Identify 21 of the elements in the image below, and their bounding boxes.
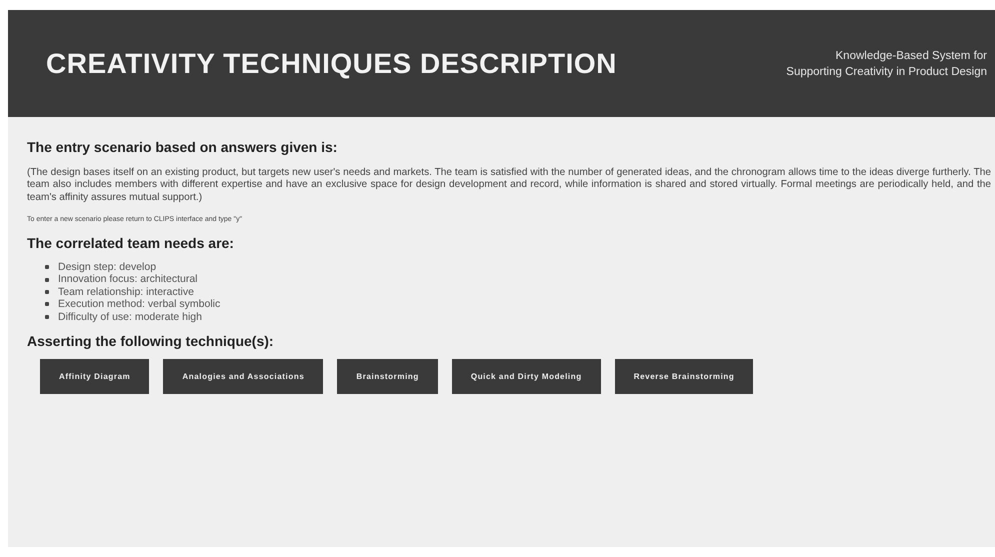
section-heading: The entry scenario based on answers given is: [27, 139, 338, 155]
bullet-icon [45, 314, 49, 319]
page-title: CREATIVITY TECHNIQUES DESCRIPTION [46, 48, 617, 80]
need-item: Design step: develop [58, 260, 156, 274]
technique-button[interactable]: Quick and Dirty Modeling [452, 358, 601, 394]
bullet-icon [45, 290, 49, 294]
system-subtitle: Knowledge-Based System for Supporting Creativity in Product Design [786, 48, 987, 80]
need-item: Team relationship: interactive [58, 286, 194, 298]
bullet-icon [45, 265, 49, 270]
section-heading: The correlated team needs are: [27, 234, 235, 251]
bullet-icon [45, 278, 49, 282]
technique-button[interactable]: Affinity Diagram [40, 358, 150, 394]
technique-button[interactable]: Analogies and Associations [163, 358, 324, 394]
need-item: Execution method: verbal symbolic [58, 298, 220, 311]
need-item: Innovation focus: architectural [58, 273, 198, 286]
technique-button[interactable]: Brainstorming [337, 358, 438, 394]
bullet-icon [45, 302, 49, 306]
section-heading: Asserting the following technique(s): [27, 332, 275, 349]
technique-button[interactable]: Reverse Brainstorming [614, 358, 754, 394]
scenario-text: (The design bases itself on an existing product, but targets new user's needs and markets. The team is satisfied with the number of generated ideas, and the chronogram allows time to the ideas diverge furtherly. The team also includes members with different expertise and have an exclusive space for design development and record, while information is shared and stored virtually. Formal meetings are periodically held, and the team's affinity assures mutual support.) [27, 167, 991, 204]
need-item: Difficulty of use: moderate high [58, 310, 202, 323]
